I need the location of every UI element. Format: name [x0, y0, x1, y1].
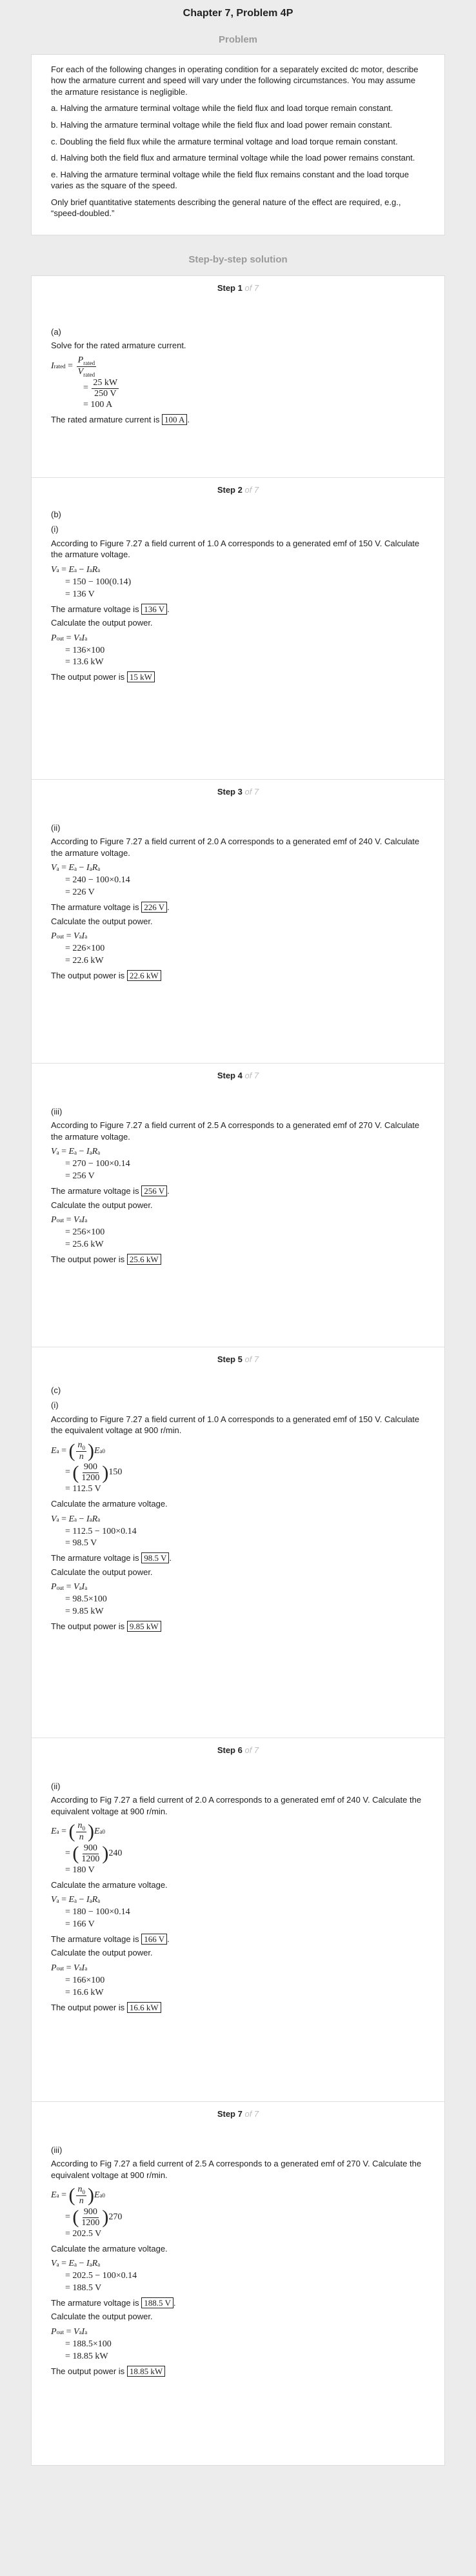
problem-part-b: b. Halving the armature terminal voltage…: [51, 120, 392, 130]
answer-box: 22.6 kW: [126, 969, 161, 981]
solution-steps: Step 1 of 7 (a) Solve for the rated arma…: [31, 275, 445, 2466]
output-power-result: The output power is 15 kW: [51, 671, 425, 683]
subpart-label: (i): [51, 524, 59, 535]
power-equation: Pout = VaIa = 256×100 = 25.6 kW: [51, 1215, 105, 1249]
step-6-header: Step 6 of 7: [217, 1745, 259, 1756]
answer-box: 25.6 kW: [126, 1253, 161, 1265]
problem-part-e: e. Halving the armature terminal voltage…: [51, 169, 409, 191]
step-4: Step 4 of 7 (iii) According to Figure 7.…: [32, 1063, 444, 1347]
chapter-title: Chapter 7, Problem 4P: [183, 8, 293, 19]
part-label: (c): [51, 1385, 61, 1395]
problem-note: Only brief quantitative statements descr…: [51, 197, 401, 219]
emf-equation: Ea = (n0 n) Ea0 = (900 1200) 270 = 202.5 V: [51, 2185, 123, 2239]
step-5: Step 5 of 7 (c) (i) According to Figure …: [32, 1347, 444, 1738]
problem-statement: For each of the following changes in ope…: [31, 54, 445, 235]
problem-part-a: a. Halving the armature terminal voltage…: [51, 103, 393, 114]
equation: Irated = Prated Vrated = 25 kW 250 V = 10…: [51, 355, 425, 411]
solution-heading: Step-by-step solution: [188, 253, 288, 265]
emf-equation: Ea = (n0 n) Ea0 = (900 1200) 150 = 112.5 V: [51, 1440, 123, 1494]
problem-intro: For each of the following changes in ope…: [51, 64, 419, 97]
step-title: Step 1: [217, 283, 243, 293]
answer-box: 18.85 kW: [126, 2365, 166, 2377]
fraction: Prated Vrated: [76, 355, 97, 378]
step-1: Step 1 of 7 (a) Solve for the rated arma…: [32, 276, 444, 477]
step-text: According to Figure 7.27 a field current…: [51, 1120, 420, 1142]
step-text: Solve for the rated armature current.: [51, 341, 186, 351]
answer-box: 16.6 kW: [126, 2001, 161, 2013]
step-text: According to Fig 7.27 a field current of…: [51, 1795, 422, 1816]
step-of-label: of 7: [244, 283, 259, 293]
equation-row: Irated = Prated Vrated: [51, 355, 97, 378]
problem-part-d: d. Halving both the field flux and armat…: [51, 153, 415, 163]
power-equation: Pout = VaIa = 188.5×100 = 18.85 kW: [51, 2326, 112, 2361]
armature-equation: Va = Ea − IaRa = 150 − 100(0.14) = 136 V: [51, 564, 132, 599]
subpart-label: (iii): [51, 1106, 63, 1116]
answer-box: 188.5 V: [141, 2297, 174, 2308]
part-label: (a): [51, 326, 61, 337]
step-3-header: Step 3 of 7: [217, 787, 259, 797]
step-text: According to Figure 7.27 a field current…: [51, 837, 420, 858]
step-2-header: Step 2 of 7: [217, 485, 259, 495]
problem-part-c: c. Doubling the field flux while the arm…: [51, 136, 398, 146]
page: Chapter 7, Problem 4P Problem For each o…: [0, 0, 476, 2475]
armature-equation: Va = Ea − IaRa = 270 − 100×0.14 = 256 V: [51, 1147, 130, 1182]
armature-equation: Va = Ea − IaRa = 180 − 100×0.14 = 166 V: [51, 1895, 130, 1929]
answer-box: 256 V: [141, 1185, 168, 1196]
equation-row: = 25 kW 250 V: [83, 378, 119, 399]
problem-heading: Problem: [218, 34, 257, 45]
subpart-label: (iii): [51, 2145, 63, 2155]
subpart-label: (i): [51, 1400, 59, 1411]
emf-equation: Ea = (n0 n) Ea0 = (900 1200) 240 = 180 V: [51, 1821, 123, 1875]
equation-row: = 100 A: [83, 400, 113, 410]
armature-equation: Va = Ea − IaRa = 112.5 − 100×0.14 = 98.5…: [51, 1514, 137, 1549]
answer-box: 15 kW: [126, 671, 155, 683]
armature-voltage-result: The armature voltage is 136 V.: [51, 603, 170, 615]
step-7-header: Step 7 of 7: [217, 2109, 259, 2119]
step-3: Step 3 of 7 (ii) According to Figure 7.2…: [32, 779, 444, 1063]
armature-equation: Va = Ea − IaRa = 202.5 − 100×0.14 = 188.…: [51, 2259, 137, 2293]
answer-box: 136 V: [141, 603, 168, 615]
power-equation: Pout = VaIa = 136×100 = 13.6 kW: [51, 633, 105, 668]
step-6: Step 6 of 7 (ii) According to Fig 7.27 a…: [32, 1738, 444, 2101]
armature-equation: Va = Ea − IaRa = 240 − 100×0.14 = 226 V: [51, 863, 130, 898]
answer-box: 100 A: [161, 414, 188, 426]
answer-box: 98.5 V: [141, 1552, 170, 1564]
answer-box: 226 V: [141, 901, 168, 913]
step-2: Step 2 of 7 (b) (i) According to Figure …: [32, 477, 444, 779]
power-equation: Pout = VaIa = 226×100 = 22.6 kW: [51, 931, 105, 966]
power-equation: Pout = VaIa = 166×100 = 16.6 kW: [51, 1963, 105, 1997]
power-equation: Pout = VaIa = 98.5×100 = 9.85 kW: [51, 1582, 107, 1617]
answer-box: 166 V: [141, 1933, 168, 1945]
conclusion: The rated armature current is 100 A.: [51, 414, 190, 426]
subpart-label: (ii): [51, 822, 61, 833]
step-5-header: Step 5 of 7: [217, 1354, 259, 1365]
part-label: (b): [51, 509, 61, 519]
step-7: Step 7 of 7 (iii) According to Fig 7.27 …: [32, 2101, 444, 2465]
step-text: According to Figure 7.27 a field current…: [51, 1414, 420, 1436]
step-text: According to Figure 7.27 a field current…: [51, 538, 420, 560]
answer-box: 9.85 kW: [126, 1621, 161, 1632]
subpart-label: (ii): [51, 1781, 61, 1791]
step-1-header: Step 1 of 7: [51, 282, 425, 301]
step-text: According to Fig 7.27 a field current of…: [51, 2159, 422, 2180]
step-4-header: Step 4 of 7: [217, 1071, 259, 1081]
